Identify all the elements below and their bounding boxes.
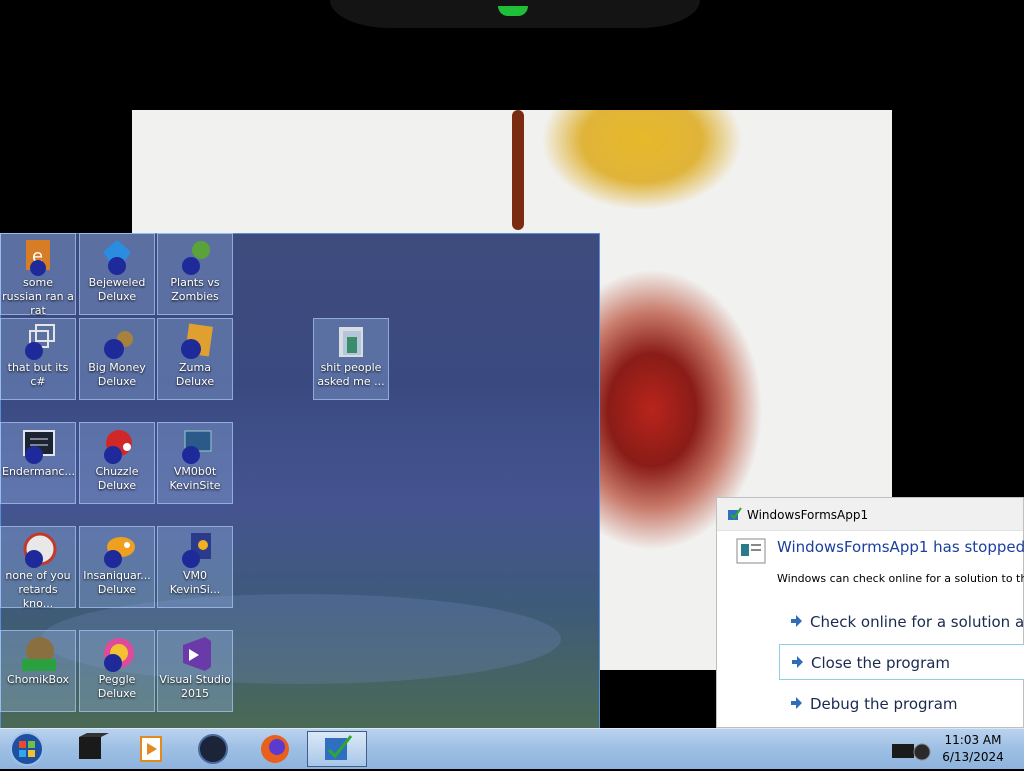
folder-icon bbox=[339, 327, 363, 357]
arrow-right-icon bbox=[791, 615, 802, 627]
close-program-option[interactable]: Close the program bbox=[779, 644, 1024, 680]
desktop-icon-chuzzle[interactable]: Chuzzle Deluxe bbox=[79, 422, 155, 504]
fish-icon bbox=[104, 537, 135, 568]
media-player-icon bbox=[140, 736, 162, 762]
file-icon bbox=[182, 533, 211, 568]
desktop-icon-vm0-kevinsite[interactable]: VM0 KevinSi... bbox=[157, 526, 233, 608]
debug-program-option[interactable]: Debug the program bbox=[779, 686, 1024, 722]
desktop-icon-chomikbox[interactable]: ChomikBox bbox=[0, 630, 76, 712]
desktop-icon-peggle[interactable]: Peggle Deluxe bbox=[79, 630, 155, 712]
dialog-subtext: Windows can check online for a solution … bbox=[777, 572, 1024, 585]
desktop-icon-shit-people[interactable]: shit people asked me ... bbox=[313, 318, 389, 400]
app-check-icon bbox=[728, 507, 742, 520]
desktop-icon-bejeweled[interactable]: Bejeweled Deluxe bbox=[79, 233, 155, 315]
desktop-icon-zuma[interactable]: Zuma Deluxe bbox=[157, 318, 233, 400]
firefox-icon bbox=[261, 735, 289, 763]
desktop-icon-plants-vs-zombies[interactable]: Plants vs Zombies bbox=[157, 233, 233, 315]
clock-date: 6/13/2024 bbox=[942, 750, 1004, 764]
error-dialog: WindowsFormsApp1 WindowsFormsApp1 has st… bbox=[716, 497, 1024, 728]
dark-sphere-icon bbox=[198, 734, 228, 764]
clock-time: 11:03 AM bbox=[944, 733, 1002, 747]
camera-led-icon bbox=[498, 6, 528, 16]
taskbar-app-firefox[interactable] bbox=[250, 731, 300, 767]
taskbar-app-windows-forms-app[interactable] bbox=[307, 731, 367, 767]
desktop-icon-some-russian[interactable]: e some russian ran a rat bbox=[0, 233, 76, 317]
camera-network-icon bbox=[892, 743, 931, 761]
system-clock[interactable]: 11:03 AM 6/13/2024 bbox=[940, 732, 1006, 766]
chrome-icon bbox=[23, 532, 57, 568]
java-jar-icon: e bbox=[26, 240, 50, 276]
taskbar-app-black-box[interactable] bbox=[64, 731, 114, 767]
peggle-icon bbox=[104, 638, 134, 672]
taskbar-app-media-player[interactable] bbox=[124, 731, 174, 767]
monitor-icon bbox=[182, 430, 212, 464]
desktop-icon-big-money[interactable]: Big Money Deluxe bbox=[79, 318, 155, 400]
hamster-icon bbox=[22, 637, 56, 671]
desktop-icon-that-but-its-csharp[interactable]: that but its c# bbox=[0, 318, 76, 400]
desktop-icon-vm0b0t-kevinsite[interactable]: VM0b0t KevinSite bbox=[157, 422, 233, 504]
plants-vs-zombies-icon bbox=[182, 241, 210, 275]
black-box-icon bbox=[79, 733, 109, 759]
chuzzle-icon bbox=[104, 430, 132, 464]
check-online-option[interactable]: Check online for a solution and bbox=[779, 604, 1024, 640]
terminal-icon bbox=[23, 430, 55, 464]
arrow-right-icon bbox=[792, 656, 803, 668]
desktop-icon-endermanch[interactable]: Endermanc... bbox=[0, 422, 76, 504]
windows-start-orb-icon bbox=[10, 732, 44, 766]
taskbar-app-dark-sphere[interactable] bbox=[188, 731, 238, 767]
zuma-icon bbox=[181, 323, 213, 359]
desktop-icon-insaniquarium[interactable]: Insaniquar... Deluxe bbox=[79, 526, 155, 608]
arrow-right-icon bbox=[791, 697, 802, 709]
visual-studio-icon bbox=[183, 637, 211, 671]
program-window-icon bbox=[736, 538, 766, 564]
tray-camera[interactable] bbox=[888, 731, 936, 767]
desktop-icon-visual-studio[interactable]: Visual Studio 2015 bbox=[157, 630, 233, 712]
start-button[interactable] bbox=[2, 731, 52, 767]
desktop-icon-none-of-you[interactable]: none of you retards kno... bbox=[0, 526, 76, 610]
money-bag-icon bbox=[104, 331, 133, 359]
dialog-titlebar[interactable]: WindowsFormsApp1 bbox=[717, 498, 1023, 531]
copy-icon bbox=[25, 324, 55, 360]
bejeweled-icon bbox=[103, 240, 131, 275]
windows-forms-app-icon bbox=[325, 735, 353, 760]
taskbar: 11:03 AM 6/13/2024 bbox=[0, 728, 1024, 769]
dialog-title: WindowsFormsApp1 bbox=[747, 508, 869, 522]
camera-bezel bbox=[330, 0, 700, 28]
dialog-heading: WindowsFormsApp1 has stopped w bbox=[777, 538, 1024, 556]
